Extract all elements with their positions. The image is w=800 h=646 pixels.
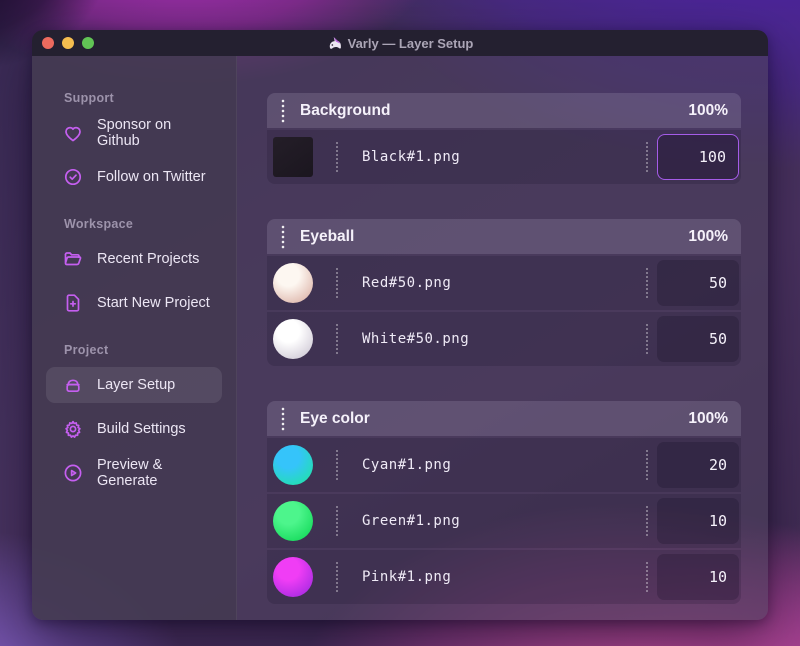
layer-row: Cyan#1.png	[267, 438, 741, 492]
sidebar-item-label: Build Settings	[97, 421, 186, 437]
section-label: Project	[64, 343, 109, 357]
layer-weight-input[interactable]	[657, 498, 739, 544]
layer-group-header[interactable]: Eye color 100%	[267, 401, 741, 436]
layer-setup-panel: Background 100% Black#1.png Eyeball 100% Red#…	[237, 56, 768, 620]
layer-weight-input[interactable]	[657, 260, 739, 306]
sidebar-section-workspace: Workspace Recent Projects Start New Projec…	[46, 217, 222, 321]
window-title-text: Varly — Layer Setup	[347, 35, 474, 51]
layer-filename: Pink#1.png	[362, 569, 452, 585]
layer-row: Green#1.png	[267, 494, 741, 548]
layer-weight-input[interactable]	[657, 134, 739, 180]
sidebar-item-build-settings[interactable]: Build Settings	[46, 411, 222, 447]
layers-icon	[62, 374, 84, 396]
dotted-divider	[336, 450, 338, 480]
sidebar-section-support: Support Sponsor on Github Follow on Twitte…	[46, 91, 222, 195]
app-window: Varly — Layer Setup Support Sponsor on Gi…	[32, 30, 768, 620]
dotted-divider	[646, 142, 648, 172]
layer-weight-input[interactable]	[657, 554, 739, 600]
sidebar-item-label: Layer Setup	[97, 377, 176, 393]
layer-group-header[interactable]: Background 100%	[267, 93, 741, 128]
zoom-button[interactable]	[82, 37, 94, 49]
badge-check-icon	[62, 166, 84, 188]
layer-thumbnail	[273, 137, 313, 177]
group-weight: 100%	[688, 227, 728, 245]
sidebar-item-layer-setup[interactable]: Layer Setup	[46, 367, 222, 403]
drag-handle-icon[interactable]	[281, 224, 285, 249]
file-plus-icon	[62, 292, 84, 314]
layer-filename: White#50.png	[362, 331, 470, 347]
group-weight: 100%	[688, 101, 728, 119]
group-weight: 100%	[688, 409, 728, 427]
layer-thumbnail	[273, 557, 313, 597]
play-circle-icon	[62, 462, 84, 484]
dotted-divider	[336, 506, 338, 536]
layer-row: Red#50.png	[267, 256, 741, 310]
layer-row: White#50.png	[267, 312, 741, 366]
group-title: Eye color	[300, 409, 370, 427]
titlebar[interactable]: Varly — Layer Setup	[32, 30, 768, 56]
heart-icon	[62, 122, 84, 144]
dotted-divider	[336, 268, 338, 298]
layer-filename: Cyan#1.png	[362, 457, 452, 473]
sidebar-item-preview-generate[interactable]: Preview & Generate	[46, 455, 222, 491]
layer-filename: Red#50.png	[362, 275, 452, 291]
sidebar-item-recent-projects[interactable]: Recent Projects	[46, 241, 222, 277]
group-title: Eyeball	[300, 227, 355, 245]
unicorn-icon	[327, 36, 342, 51]
close-button[interactable]	[42, 37, 54, 49]
layer-group-header[interactable]: Eyeball 100%	[267, 219, 741, 254]
folder-icon	[62, 248, 84, 270]
layer-weight-input[interactable]	[657, 316, 739, 362]
traffic-lights	[42, 30, 94, 56]
dotted-divider	[646, 324, 648, 354]
window-title: Varly — Layer Setup	[327, 35, 474, 51]
sidebar-item-follow-on-twitter[interactable]: Follow on Twitter	[46, 159, 222, 195]
sidebar: Support Sponsor on Github Follow on Twitte…	[32, 56, 237, 620]
gear-icon	[62, 418, 84, 440]
dotted-divider	[646, 506, 648, 536]
drag-handle-icon[interactable]	[281, 98, 285, 123]
layer-filename: Green#1.png	[362, 513, 461, 529]
layer-weight-input[interactable]	[657, 442, 739, 488]
layer-row: Pink#1.png	[267, 550, 741, 604]
layer-thumbnail	[273, 445, 313, 485]
layer-group-background: Background 100% Black#1.png	[267, 93, 741, 184]
dotted-divider	[336, 142, 338, 172]
dotted-divider	[646, 562, 648, 592]
sidebar-item-sponsor-on-github[interactable]: Sponsor on Github	[46, 115, 222, 151]
sidebar-section-project: Project Layer Setup Build Settings Preview …	[46, 343, 222, 491]
section-label: Support	[64, 91, 115, 105]
minimize-button[interactable]	[62, 37, 74, 49]
section-label: Workspace	[64, 217, 134, 231]
dotted-divider	[336, 562, 338, 592]
group-title: Background	[300, 101, 391, 119]
sidebar-item-start-new-project[interactable]: Start New Project	[46, 285, 222, 321]
drag-handle-icon[interactable]	[281, 406, 285, 431]
layer-row: Black#1.png	[267, 130, 741, 184]
layer-group-eye-color: Eye color 100% Cyan#1.png Green#1.png Pink#1…	[267, 401, 741, 604]
sidebar-item-label: Start New Project	[97, 295, 210, 311]
dotted-divider	[646, 450, 648, 480]
layer-filename: Black#1.png	[362, 149, 461, 165]
layer-group-eyeball: Eyeball 100% Red#50.png White#50.png	[267, 219, 741, 366]
sidebar-item-label: Preview & Generate	[97, 457, 163, 489]
sidebar-item-label: Follow on Twitter	[97, 169, 206, 185]
layer-thumbnail	[273, 501, 313, 541]
dotted-divider	[646, 268, 648, 298]
layer-thumbnail	[273, 263, 313, 303]
layer-thumbnail	[273, 319, 313, 359]
dotted-divider	[336, 324, 338, 354]
sidebar-item-label: Sponsor on Github	[97, 117, 172, 149]
sidebar-item-label: Recent Projects	[97, 251, 200, 267]
